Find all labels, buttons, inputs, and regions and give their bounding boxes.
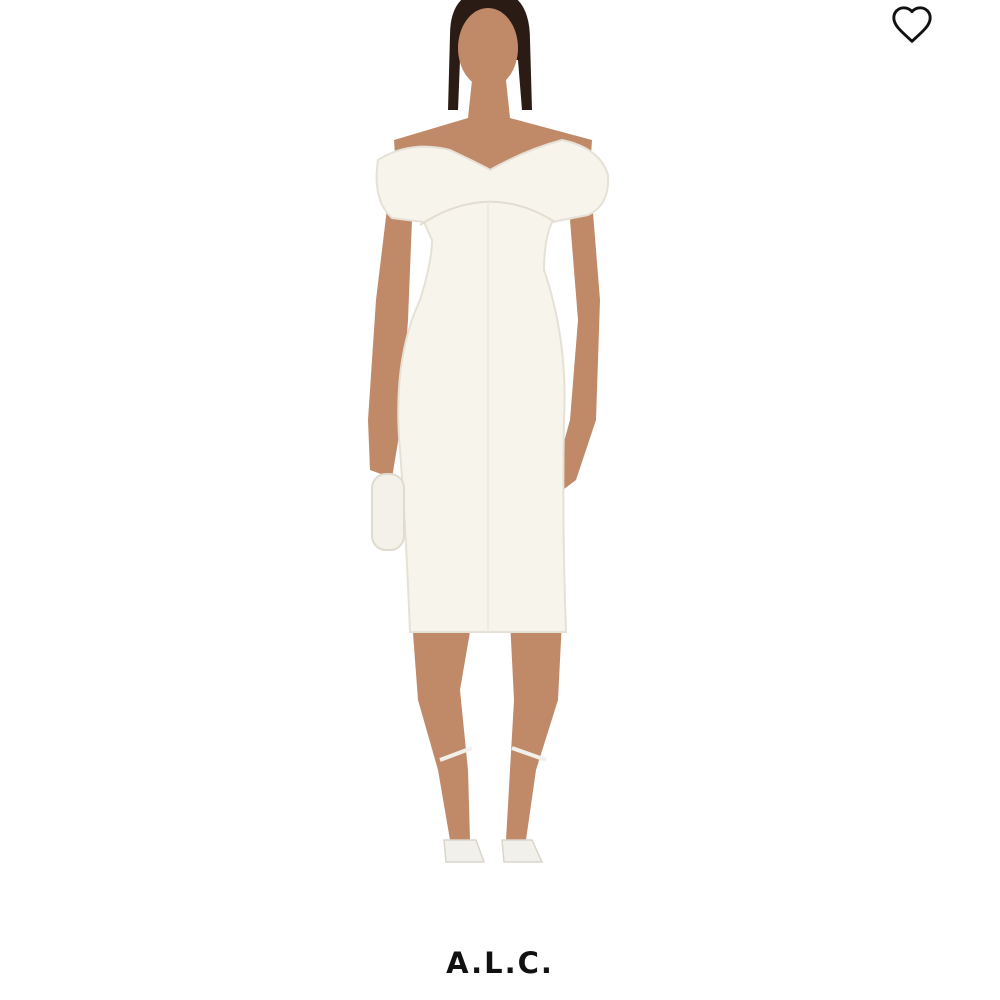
product-image[interactable]	[300, 0, 700, 900]
brand-name[interactable]: A.L.C.	[0, 946, 1000, 980]
wishlist-button[interactable]	[884, 0, 940, 48]
product-card[interactable]: A.L.C.	[0, 0, 1000, 1000]
heart-outline-icon	[892, 6, 932, 43]
